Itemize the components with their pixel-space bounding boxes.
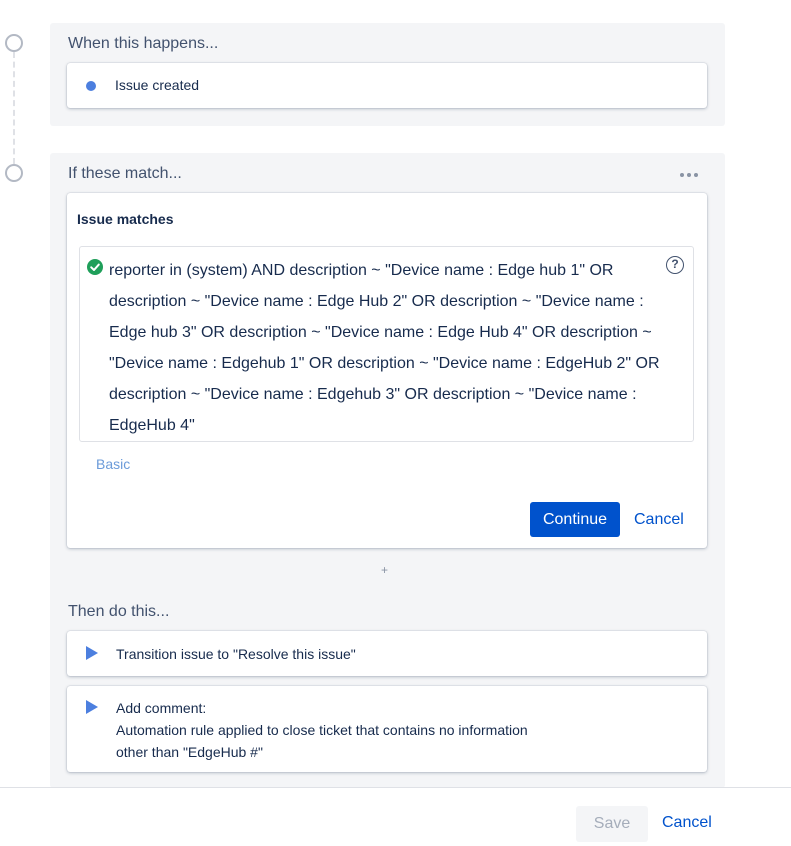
jql-line: description ~ "Device name : Edge Hub 2"… [109,293,644,310]
check-circle-icon [87,259,103,275]
action-comment-line: Automation rule applied to close ticket … [116,722,528,738]
action-comment-title: Add comment: [116,700,207,716]
footer-divider [0,787,791,788]
condition-heading: If these match... [68,165,182,182]
help-icon[interactable]: ? [666,256,684,274]
timeline-connector [13,52,15,164]
condition-card: Issue matches reporter in (system) AND d… [67,193,707,548]
jql-line: "Device name : Edgehub 1" OR description… [109,355,660,372]
play-icon [86,646,98,660]
jql-query-text: reporter in (system) AND description ~ "… [109,255,664,441]
actions-heading: Then do this... [68,603,170,620]
timeline-node-condition-icon [5,164,23,182]
trigger-card[interactable]: Issue created [67,63,707,108]
action-transition-label: Transition issue to "Resolve this issue" [116,646,356,662]
condition-card-title: Issue matches [77,211,174,227]
save-button[interactable]: Save [576,806,648,842]
timeline-node-trigger-icon [5,34,23,52]
action-comment-line: other than "EdgeHub #" [116,744,263,760]
jql-line: EdgeHub 4" [109,417,195,434]
trigger-dot-icon [86,81,96,91]
add-component-button[interactable]: + [381,563,388,577]
condition-section: If these match... Issue matches reporter… [50,153,725,788]
play-icon [86,700,98,714]
trigger-section: When this happens... Issue created [50,23,725,126]
jql-line: Edge hub 3" OR description ~ "Device nam… [109,324,652,341]
jql-line: reporter in (system) AND description ~ "… [109,262,614,279]
condition-cancel-button[interactable]: Cancel [634,511,684,529]
more-options-icon[interactable] [680,173,698,177]
basic-mode-link[interactable]: Basic [96,456,130,472]
trigger-heading: When this happens... [68,35,219,52]
jql-input[interactable]: reporter in (system) AND description ~ "… [79,246,694,442]
action-card-comment[interactable]: Add comment: Automation rule applied to … [67,686,707,772]
continue-button[interactable]: Continue [530,502,620,537]
jql-line: description ~ "Device name : Edgehub 3" … [109,386,637,403]
footer-cancel-button[interactable]: Cancel [662,814,712,832]
trigger-label: Issue created [115,77,200,93]
action-card-transition[interactable]: Transition issue to "Resolve this issue" [67,631,707,676]
